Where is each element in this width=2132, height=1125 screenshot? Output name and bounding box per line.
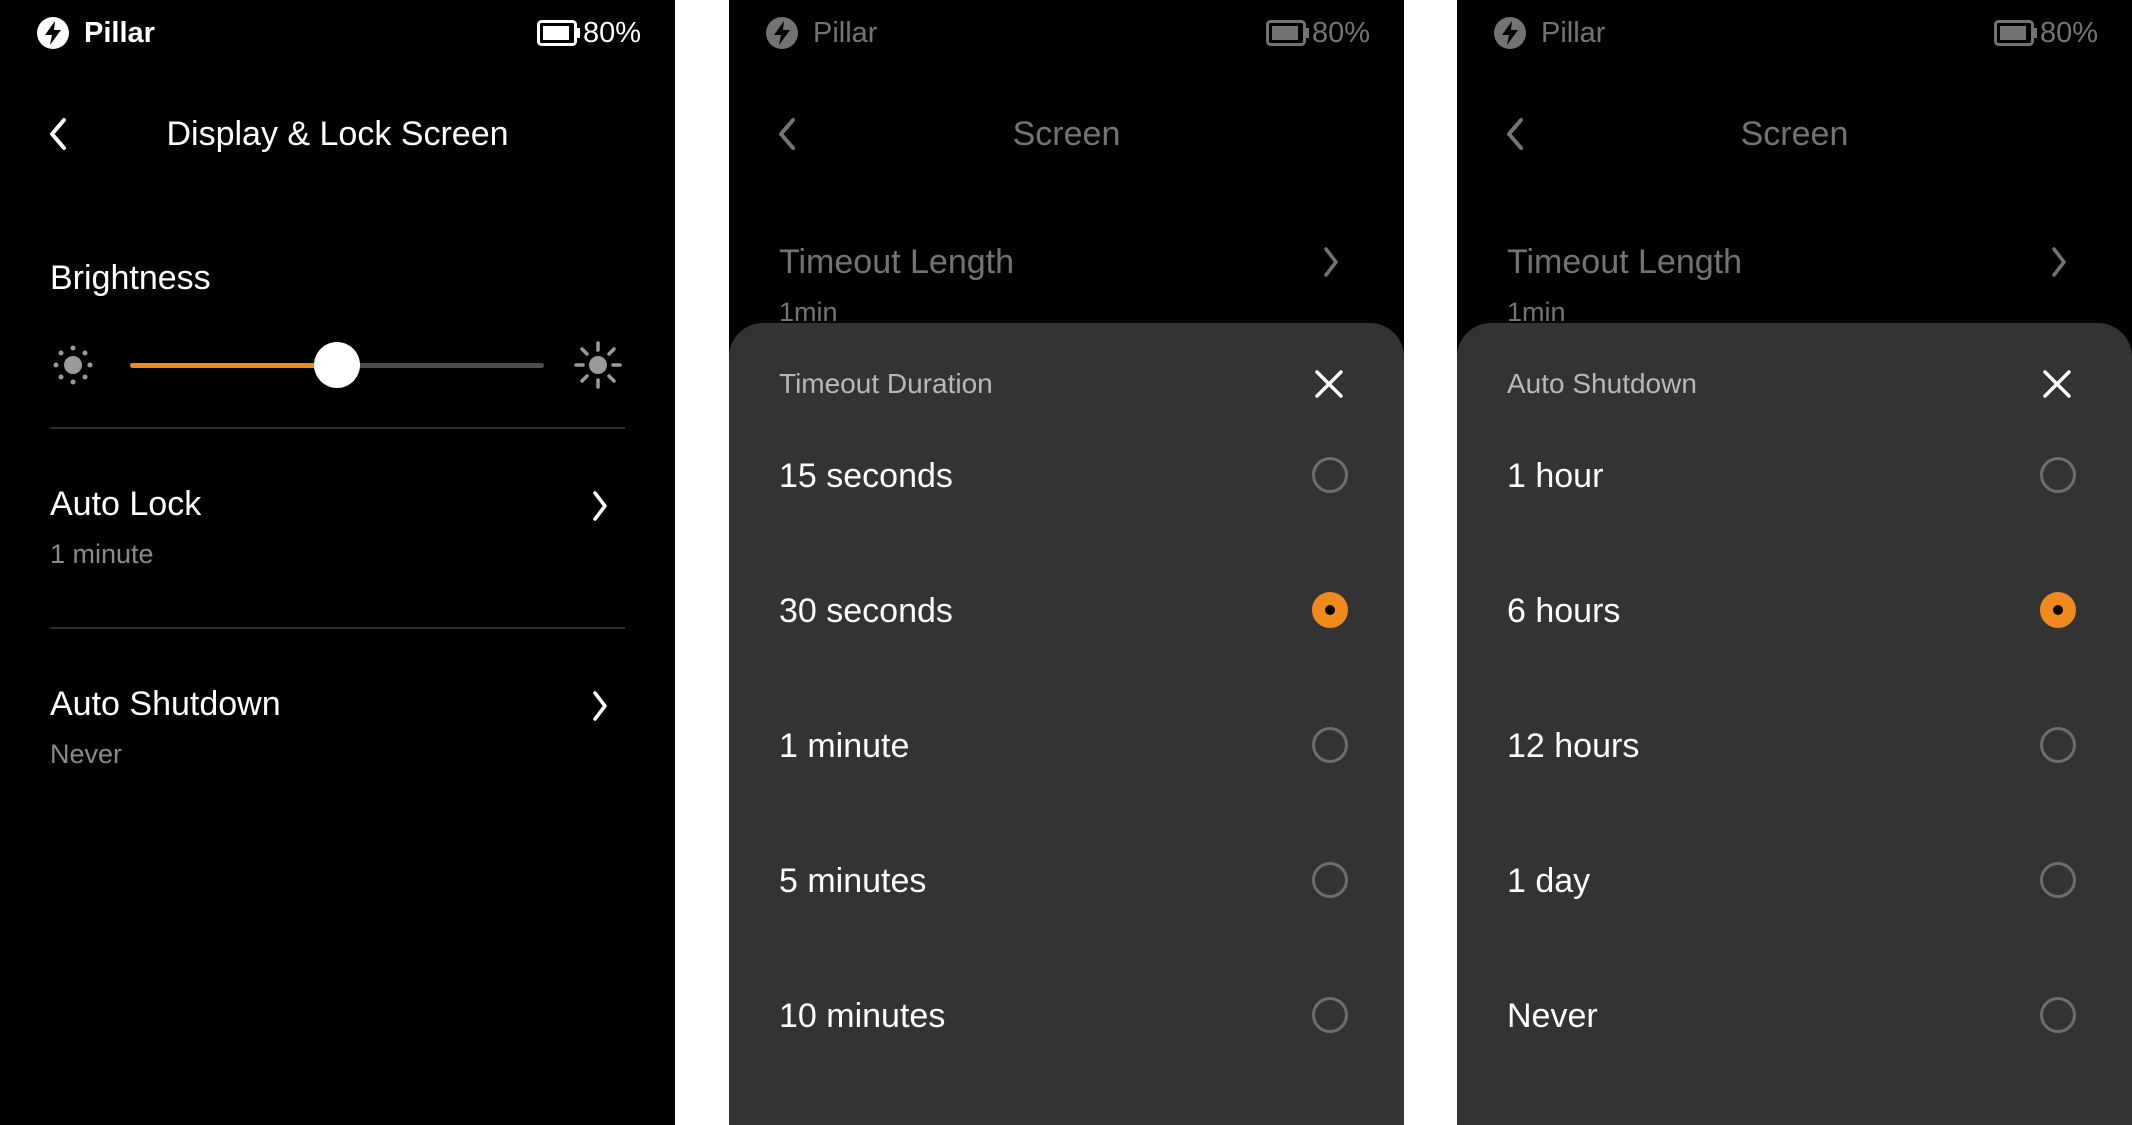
option-label: 1 day — [1507, 862, 1591, 900]
bolt-icon — [766, 17, 798, 49]
auto-shutdown-sheet: Auto Shutdown 1 hour 6 hours 12 hours 1 … — [1457, 323, 2132, 1125]
brightness-slider-fill — [130, 363, 337, 368]
radio-button[interactable] — [2040, 727, 2076, 763]
option-item[interactable]: 1 minute — [729, 680, 1404, 815]
timeout-duration-sheet: Timeout Duration 15 seconds 30 seconds 1… — [729, 323, 1404, 1125]
option-item[interactable]: 10 minutes — [729, 950, 1404, 1085]
brightness-slider-knob[interactable] — [314, 342, 360, 388]
radio-button[interactable] — [1312, 997, 1348, 1033]
option-item[interactable]: Never — [1457, 950, 2132, 1085]
brightness-low-icon — [53, 345, 93, 385]
chevron-right-icon — [593, 691, 607, 721]
brightness-label: Brightness — [50, 259, 211, 297]
brand-name: Pillar — [813, 17, 878, 49]
battery-icon — [1994, 20, 2037, 46]
auto-lock-value: 1 minute — [50, 539, 154, 569]
sheet-title: Timeout Duration — [779, 368, 993, 399]
auto-shutdown-label: Auto Shutdown — [50, 685, 281, 723]
status-bar: Pillar 80% — [1457, 0, 2132, 68]
chevron-right-icon — [1324, 247, 1338, 277]
close-icon[interactable] — [1312, 367, 1346, 401]
divider — [50, 427, 625, 429]
option-label: 1 hour — [1507, 457, 1604, 495]
timeout-length-label: Timeout Length — [779, 243, 1014, 281]
brand-name: Pillar — [1541, 17, 1606, 49]
status-bar: Pillar 80% — [0, 0, 675, 68]
option-label: 5 minutes — [779, 862, 927, 900]
bolt-icon — [1494, 17, 1526, 49]
option-item[interactable]: 15 seconds — [729, 410, 1404, 545]
page-title: Display & Lock Screen — [166, 115, 509, 153]
radio-button[interactable] — [1312, 592, 1348, 628]
auto-lock-row[interactable]: Auto Lock 1 minute — [0, 470, 675, 580]
battery-icon — [1266, 20, 1309, 46]
bolt-icon — [37, 17, 69, 49]
radio-button[interactable] — [2040, 862, 2076, 898]
battery-icon — [537, 20, 580, 46]
option-item[interactable]: 1 day — [1457, 815, 2132, 950]
auto-lock-label: Auto Lock — [50, 485, 202, 523]
brightness-high-icon — [574, 341, 622, 389]
status-bar: Pillar 80% — [729, 0, 1404, 68]
auto-shutdown-value: Never — [50, 739, 123, 769]
close-icon[interactable] — [2040, 367, 2074, 401]
auto-shutdown-row[interactable]: Auto Shutdown Never — [0, 672, 675, 782]
divider — [50, 627, 625, 629]
display-lock-screen: Pillar 80% Display & Lock Screen Brightn… — [0, 0, 675, 1125]
chevron-right-icon — [2052, 247, 2066, 277]
radio-button[interactable] — [2040, 997, 2076, 1033]
option-label: 12 hours — [1507, 727, 1640, 765]
battery-percent: 80% — [582, 17, 641, 49]
battery-percent: 80% — [1311, 17, 1370, 49]
option-item[interactable]: 5 minutes — [729, 815, 1404, 950]
brand-name: Pillar — [84, 17, 155, 49]
option-label: 1 minute — [779, 727, 910, 765]
timeout-length-label: Timeout Length — [1507, 243, 1742, 281]
option-item[interactable]: 30 seconds — [729, 545, 1404, 680]
page-title: Screen — [1740, 115, 1849, 153]
option-item[interactable]: 6 hours — [1457, 545, 2132, 680]
option-label: 6 hours — [1507, 592, 1621, 630]
timeout-duration-screen: Pillar 80% Screen Timeout Length 1min Ti… — [729, 0, 1404, 1125]
radio-button[interactable] — [2040, 592, 2076, 628]
option-label: 15 seconds — [779, 457, 953, 495]
sheet-title: Auto Shutdown — [1507, 368, 1697, 399]
option-label: 30 seconds — [779, 592, 953, 630]
option-label: 10 minutes — [779, 997, 946, 1035]
radio-button[interactable] — [1312, 457, 1348, 493]
page-title: Screen — [1012, 115, 1121, 153]
radio-button[interactable] — [1312, 862, 1348, 898]
chevron-right-icon — [593, 491, 607, 521]
radio-button[interactable] — [2040, 457, 2076, 493]
option-item[interactable]: 1 hour — [1457, 410, 2132, 545]
auto-shutdown-screen: Pillar 80% Screen Timeout Length 1min Au… — [1457, 0, 2132, 1125]
radio-button[interactable] — [1312, 727, 1348, 763]
option-item[interactable]: 12 hours — [1457, 680, 2132, 815]
battery-percent: 80% — [2039, 17, 2098, 49]
option-label: Never — [1507, 997, 1598, 1035]
